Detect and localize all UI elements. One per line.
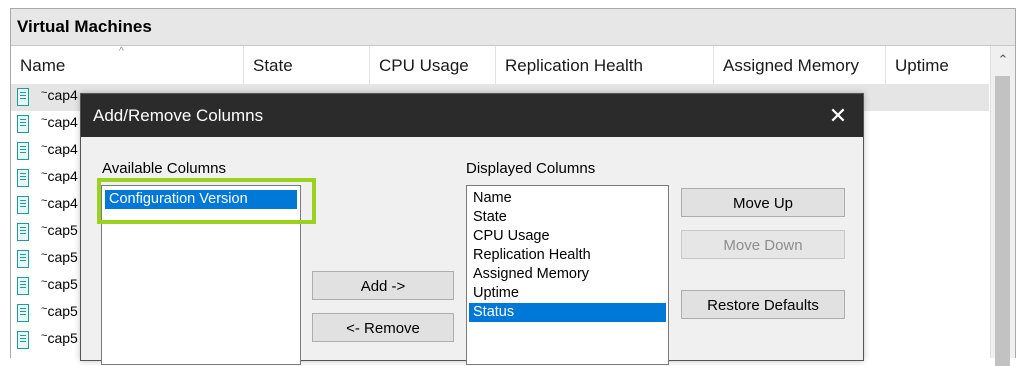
list-item-cpu-usage[interactable]: CPU Usage [469, 227, 666, 246]
column-header-replication-health[interactable]: Replication Health [496, 46, 714, 84]
add-button[interactable]: Add -> [312, 271, 454, 300]
column-header-state[interactable]: State [244, 46, 370, 84]
list-item-uptime[interactable]: Uptime [469, 284, 666, 303]
column-header-assigned-memory[interactable]: Assigned Memory [714, 46, 886, 84]
virtual-machine-icon [17, 304, 29, 322]
scroll-up-arrow-icon[interactable]: ⌃ [991, 52, 1015, 68]
list-item-assigned-memory[interactable]: Assigned Memory [469, 265, 666, 284]
vm-name: cap5 [47, 222, 78, 238]
virtual-machine-icon [17, 142, 29, 160]
vm-name: cap5 [47, 249, 78, 265]
virtual-machine-icon [17, 169, 29, 187]
virtual-machine-icon [17, 250, 29, 268]
add-remove-columns-dialog: Add/Remove Columns ✕ Available Columns C… [80, 93, 864, 365]
available-columns-label: Available Columns [102, 160, 226, 177]
displayed-columns-list[interactable]: Name State CPU Usage Replication Health … [466, 185, 669, 365]
list-item-configuration-version[interactable]: Configuration Version [105, 190, 297, 209]
move-up-button[interactable]: Move Up [681, 188, 845, 217]
displayed-columns-label: Displayed Columns [466, 160, 596, 177]
restore-defaults-button[interactable]: Restore Defaults [681, 290, 845, 319]
list-item-replication-health[interactable]: Replication Health [469, 246, 666, 265]
virtual-machine-icon [17, 223, 29, 241]
vm-name: cap4 [47, 195, 78, 211]
scrollbar-thumb[interactable] [995, 76, 1010, 366]
panel-title: Virtual Machines [11, 9, 1015, 46]
list-item-state[interactable]: State [469, 208, 666, 227]
virtual-machine-icon [17, 196, 29, 214]
vm-name: cap4 [47, 168, 78, 184]
vm-name: cap4 [47, 87, 78, 103]
column-header-row: ^ Name State CPU Usage Replication Healt… [11, 46, 989, 84]
virtual-machine-icon [17, 115, 29, 133]
vm-name: cap5 [47, 330, 78, 346]
close-icon[interactable]: ✕ [821, 99, 855, 133]
move-down-button[interactable]: Move Down [681, 230, 845, 259]
list-item-name[interactable]: Name [469, 189, 666, 208]
column-header-uptime[interactable]: Uptime [886, 46, 991, 84]
dialog-titlebar[interactable]: Add/Remove Columns ✕ [81, 94, 863, 137]
dialog-title: Add/Remove Columns [93, 106, 264, 125]
virtual-machine-icon [17, 88, 29, 106]
available-columns-list[interactable]: Configuration Version [101, 185, 301, 365]
column-header-cpu-usage[interactable]: CPU Usage [370, 46, 496, 84]
virtual-machine-icon [17, 331, 29, 349]
remove-button[interactable]: <- Remove [312, 313, 454, 342]
vm-name: cap5 [47, 276, 78, 292]
vm-name: cap5 [47, 303, 78, 319]
column-header-name[interactable]: Name [11, 46, 244, 84]
vertical-scrollbar[interactable]: ⌃ [990, 46, 1015, 366]
vm-name: cap4 [47, 114, 78, 130]
vm-name: cap4 [47, 141, 78, 157]
virtual-machine-icon [17, 277, 29, 295]
list-item-status[interactable]: Status [469, 303, 666, 322]
